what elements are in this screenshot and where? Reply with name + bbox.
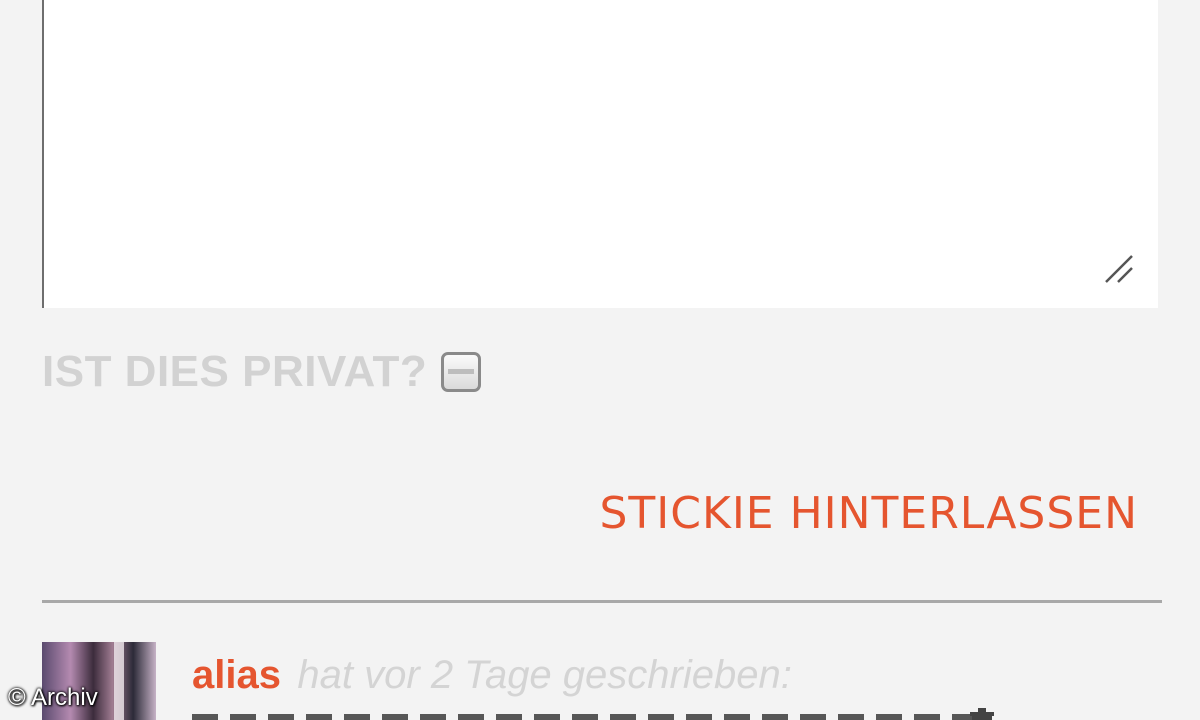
comment-author-link[interactable]: alias <box>192 653 281 697</box>
comment-body-text <box>192 714 972 720</box>
stickie-textarea[interactable] <box>42 0 1158 308</box>
resize-handle-icon[interactable] <box>1102 252 1136 286</box>
private-checkbox[interactable] <box>441 352 482 392</box>
copyright-watermark: © Archiv <box>8 684 98 711</box>
stickie-page: IST DIES PRIVAT? STICKIE HINTERLASSEN al… <box>0 0 1200 720</box>
submit-stickie-button[interactable]: STICKIE HINTERLASSEN <box>599 486 1138 542</box>
comment-header: alias hat vor 2 Tage geschrieben: <box>192 650 792 709</box>
comment-meta: hat vor 2 Tage geschrieben: <box>297 653 792 697</box>
comment-body <box>192 704 972 720</box>
private-option-row: IST DIES PRIVAT? <box>42 344 482 400</box>
private-label: IST DIES PRIVAT? <box>42 347 428 396</box>
trash-icon[interactable] <box>968 708 996 720</box>
avatar-image-detail <box>114 642 124 720</box>
divider <box>42 600 1162 603</box>
